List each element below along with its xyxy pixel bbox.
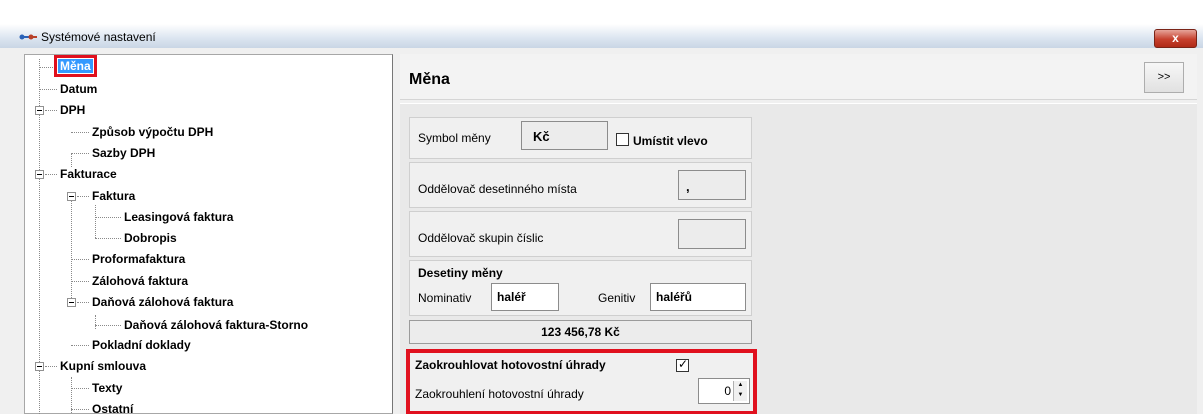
round-amount-value: 0 [724,384,731,398]
settings-pane: Měna >> Symbol měny Kč Umístit vlevo Odd… [400,54,1203,414]
tree-line [39,89,57,90]
close-button[interactable]: x [1154,29,1197,48]
tree-item-dobropis[interactable]: Dobropis [124,231,177,245]
tree-line [71,409,89,410]
group-separator-group: Oddělovač skupin číslic [409,211,752,257]
tree-line [71,345,89,346]
tree-line [71,259,89,260]
spin-buttons: ▲ ▼ [733,381,747,401]
nominativ-label: Nominativ [418,291,472,305]
decimal-separator-input[interactable]: , [678,170,746,200]
round-cash-label: Zaokrouhlovat hotovostní úhrady [415,358,606,372]
title-bar: Systémové nastavení x [0,0,1203,48]
tree-line [71,132,89,133]
tree-item-mena[interactable]: Měna [54,55,97,77]
tree-line [71,388,89,389]
genitiv-input[interactable]: haléřů [650,283,746,311]
collapse-icon[interactable] [67,298,76,307]
system-settings-window: Systémové nastavení x Měna Datum DPH Způ… [0,0,1203,414]
round-amount-label: Zaokrouhlení hotovostní úhrady [415,387,584,401]
tree-item-zpusob-vypoctu-dph[interactable]: Způsob výpočtu DPH [92,125,213,139]
tree-line [71,281,89,282]
round-cash-checkbox[interactable] [676,357,689,372]
currency-symbol-group: Symbol měny Kč Umístit vlevo [409,117,752,159]
decimal-separator-label: Oddělovač desetinného místa [418,182,577,196]
page-title: Měna [409,71,450,88]
currency-settings-panel: Symbol měny Kč Umístit vlevo Oddělovač d… [400,103,1197,414]
tree-item-fakturace[interactable]: Fakturace [60,167,117,181]
collapse-icon[interactable] [35,106,44,115]
cash-rounding-group: Zaokrouhlovat hotovostní úhrady Zaokrouh… [406,349,757,414]
collapse-icon[interactable] [35,362,44,371]
tree-line [95,325,121,326]
tree-line [45,174,57,175]
currency-decimals-title: Desetiny měny [418,266,503,280]
tree-line [95,205,96,238]
tree-line [45,110,57,111]
currency-symbol-input[interactable]: Kč [521,121,608,150]
keys-icon [19,34,37,40]
tree-line [95,217,121,218]
tree-item-danova-zalohova-faktura[interactable]: Daňová zálohová faktura [92,295,233,309]
expand-button[interactable]: >> [1144,62,1184,93]
currency-symbol-label: Symbol měny [418,131,491,145]
tree-item-dph[interactable]: DPH [60,103,85,117]
nominativ-input[interactable]: haléř [491,283,559,311]
tree-line [95,238,121,239]
tree-item-proformafaktura[interactable]: Proformafaktura [92,252,185,266]
tree-item-danova-zalohova-faktura-storno[interactable]: Daňová zálohová faktura-Storno [124,318,308,332]
tree-line [39,67,57,68]
group-separator-input[interactable] [678,219,746,249]
settings-tree: Měna Datum DPH Způsob výpočtu DPH Sazby … [24,54,393,414]
spin-down-icon[interactable]: ▼ [734,391,747,400]
currency-format-preview: 123 456,78 Kč [409,320,752,344]
tree-item-datum[interactable]: Datum [60,82,97,96]
tree-line [71,153,72,167]
collapse-icon[interactable] [67,192,76,201]
tree-line [71,195,72,302]
group-separator-label: Oddělovač skupin číslic [418,231,544,245]
decimal-separator-group: Oddělovač desetinného místa , [409,162,752,208]
tree-line [77,196,89,197]
tree-line [45,366,57,367]
tree-item-leasingova-faktura[interactable]: Leasingová faktura [124,210,233,224]
tree-item-pokladni-doklady[interactable]: Pokladní doklady [92,338,191,352]
tree-line [71,153,89,154]
window-title: Systémové nastavení [41,30,156,44]
tree-line [95,315,96,329]
pane-header: Měna >> [400,54,1197,100]
tree-item-zalohova-faktura[interactable]: Zálohová faktura [92,274,188,288]
tree-item-kupni-smlouva[interactable]: Kupní smlouva [60,359,146,373]
tree-item-texty[interactable]: Texty [92,381,122,395]
genitiv-label: Genitiv [598,291,636,305]
tree-item-ostatni[interactable]: Ostatní [92,402,133,414]
tree-item-sazby-dph[interactable]: Sazby DPH [92,146,155,160]
currency-decimals-group: Desetiny měny Nominativ haléř Genitiv ha… [409,260,752,316]
close-icon: x [1172,31,1179,45]
collapse-icon[interactable] [35,170,44,179]
tree-item-faktura[interactable]: Faktura [92,189,135,203]
round-amount-stepper[interactable]: 0 ▲ ▼ [698,378,750,404]
spin-up-icon[interactable]: ▲ [734,381,747,390]
place-left-label: Umístit vlevo [633,134,708,148]
place-left-checkbox[interactable] [616,133,629,146]
tree-line [77,302,89,303]
